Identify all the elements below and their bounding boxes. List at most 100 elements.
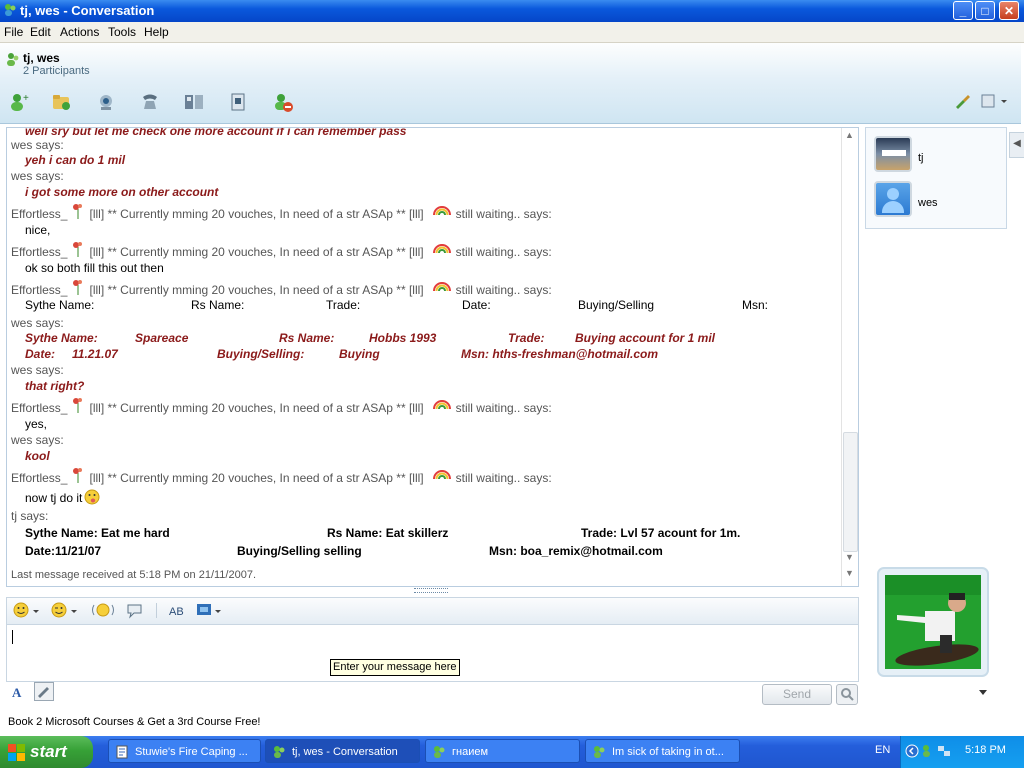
options-dropdown-icon[interactable] (981, 93, 1009, 109)
task-label-conversation: tj, wes - Conversation (292, 746, 398, 758)
form-field-label: Date: (462, 298, 491, 312)
paint-brush-icon[interactable] (954, 93, 970, 109)
start-label: start (30, 742, 67, 761)
collapse-panel-button[interactable]: ◀ (1009, 132, 1024, 158)
window-title: tj, wes - Conversation (20, 3, 155, 18)
svg-text:+: + (23, 93, 29, 104)
maximize-button[interactable]: □ (975, 1, 995, 20)
wes-avatar-icon[interactable] (874, 181, 912, 217)
search-button[interactable] (836, 684, 858, 705)
participant-tj[interactable]: tj (918, 152, 924, 164)
form-cell: Trade: (508, 331, 545, 345)
message-text: well sry but let me check one more accou… (25, 128, 407, 138)
says-label: still waiting.. says: (455, 245, 552, 259)
task-conversation[interactable]: tj, wes - Conversation (265, 739, 420, 763)
nudge-icon[interactable] (126, 602, 144, 619)
participant-wes[interactable]: wes (918, 197, 938, 209)
emoticon-icon[interactable] (13, 602, 41, 619)
messenger-icon (5, 4, 16, 16)
effortless-message: yes, (25, 417, 47, 431)
svg-text:A: A (12, 685, 22, 700)
flower-emoticon-icon (73, 204, 83, 219)
share-folder-icon[interactable] (51, 91, 73, 113)
picture-options-icon[interactable] (978, 689, 988, 697)
effortless-message: now tj do it (25, 489, 100, 505)
menu-actions[interactable]: Actions (60, 25, 99, 39)
menu-file[interactable]: File (4, 25, 23, 39)
svg-text:AB: AB (169, 606, 184, 618)
activities-icon[interactable] (228, 91, 250, 113)
scroll-thumb[interactable] (843, 432, 858, 552)
close-button[interactable]: ✕ (999, 1, 1019, 20)
input-tooltip: Enter your message here (330, 659, 460, 676)
ad-banner[interactable]: Book 2 Microsoft Courses & Get a 3rd Cou… (8, 716, 261, 728)
splitter-grip[interactable] (414, 588, 448, 593)
block-icon[interactable] (272, 91, 294, 113)
form-cell: Sythe Name: Eat me hard (25, 526, 170, 540)
messenger-task-icon (274, 746, 285, 758)
participant-names: tj, wes (23, 51, 60, 65)
search-icon (841, 688, 854, 701)
language-indicator[interactable]: EN (875, 744, 890, 756)
sender-status: [lll] ** Currently mming 20 vouches, In … (89, 401, 424, 415)
sender-name: Effortless_ (11, 401, 68, 415)
webcam-call-icon[interactable] (95, 91, 117, 113)
contacts-icon (7, 53, 19, 66)
form-cell: Date: (25, 347, 56, 361)
task-label-stuwie: Stuwie's Fire Caping ... (135, 746, 248, 758)
wes-message: well sry but let me check one more accou… (25, 128, 406, 138)
effortless-message: ok so both fill this out then (25, 261, 164, 275)
message-text: ok so both fill this out then (25, 261, 164, 275)
task-im-sick[interactable]: Im sick of taking in ot... (585, 739, 740, 763)
conversation-scrollbar[interactable]: ▲ ▼ ▼ (841, 128, 858, 586)
menu-help[interactable]: Help (144, 25, 169, 39)
video-call-icon[interactable] (183, 91, 205, 113)
font-icon[interactable]: A (10, 684, 26, 700)
form-cell: Date:11/21/07 (25, 544, 102, 558)
display-picture-image (885, 575, 981, 669)
scroll-end-icon[interactable]: ▼ (845, 568, 854, 578)
send-button[interactable]: Send (762, 684, 832, 705)
form-cell: Trade: Lvl 57 acount for 1m. (581, 526, 741, 540)
scroll-up-icon[interactable]: ▲ (845, 130, 854, 140)
sender-name: Effortless_ (11, 471, 68, 485)
menu-tools[interactable]: Tools (108, 25, 136, 39)
message-text: nice, (25, 223, 51, 237)
tj-avatar-icon[interactable] (874, 136, 912, 172)
background-icon[interactable] (195, 602, 223, 619)
sender-name: Effortless_ (11, 283, 68, 297)
message-text: kool (25, 449, 50, 463)
sender-line: wes says: (11, 316, 64, 330)
voice-clip-icon[interactable] (91, 602, 115, 619)
rainbow-emoticon-icon (432, 470, 451, 480)
network-tray-icon[interactable] (937, 744, 951, 758)
handwriting-icon[interactable] (34, 682, 54, 701)
wes-message: kool (25, 449, 50, 463)
messenger-tray-icon[interactable] (921, 744, 935, 758)
flower-emoticon-icon (73, 242, 83, 257)
invite-contact-icon[interactable]: + (8, 91, 30, 113)
rainbow-emoticon-icon (432, 206, 451, 216)
sender-status: [lll] ** Currently mming 20 vouches, In … (89, 283, 424, 297)
message-text: yeh i can do 1 mil (25, 153, 126, 167)
message-text: that right? (25, 379, 85, 393)
scroll-down-icon[interactable]: ▼ (845, 552, 854, 562)
task-gnaiem[interactable]: гнаием (425, 739, 580, 763)
start-button[interactable]: start (0, 736, 93, 768)
message-list: well sry but let me check one more accou… (11, 128, 831, 568)
title-bar[interactable]: tj, wes - Conversation _ □ ✕ (0, 0, 1024, 22)
conversation-history[interactable]: well sry but let me check one more accou… (6, 127, 859, 587)
sender-label: wes says: (11, 138, 64, 152)
phone-call-icon[interactable] (139, 91, 161, 113)
minimize-button[interactable]: _ (953, 1, 973, 20)
tray-expand-icon[interactable] (905, 744, 919, 758)
form-cell: Rs Name: Eat skillerz (327, 526, 449, 540)
my-display-picture[interactable] (877, 567, 989, 677)
font-ab-icon[interactable]: AB (168, 602, 186, 619)
menu-edit[interactable]: Edit (30, 25, 51, 39)
form-cell: Buying/Selling selling (237, 544, 362, 558)
task-stuwie[interactable]: Stuwie's Fire Caping ... (108, 739, 261, 763)
clock[interactable]: 5:18 PM (965, 744, 1006, 756)
form-cell: 11.21.07 (72, 347, 118, 361)
wink-icon[interactable] (51, 602, 79, 619)
